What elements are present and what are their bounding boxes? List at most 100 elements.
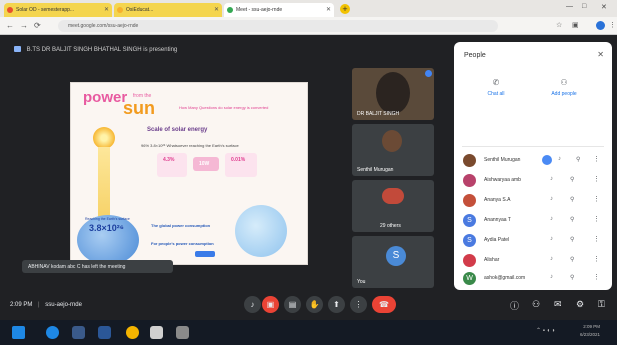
pct-left: 4.3% bbox=[163, 157, 175, 163]
back-icon[interactable]: ← bbox=[6, 21, 14, 30]
taskbar: ⌃ ▪ ◖ ◗ 2:09 PM 6/23/2021 bbox=[0, 320, 617, 345]
browser-menu-icon[interactable]: ⋮ bbox=[609, 21, 616, 29]
others-tile[interactable]: 29 others bbox=[352, 180, 434, 232]
extensions-icon[interactable]: ▣ bbox=[572, 21, 579, 29]
activities-icon[interactable]: ⚙ bbox=[576, 299, 584, 310]
forward-icon[interactable]: → bbox=[20, 21, 28, 30]
divider bbox=[462, 146, 604, 147]
participant-row[interactable]: Alishar ♪ ⚲ ⋮ bbox=[454, 252, 612, 270]
mic-icon[interactable]: ♪ bbox=[550, 274, 553, 280]
pin-icon[interactable]: ⚲ bbox=[570, 196, 574, 203]
browser-tab[interactable]: Solar OD - semesterapp... ✕ bbox=[4, 3, 112, 17]
mic-icon[interactable]: ♪ bbox=[558, 156, 561, 162]
sunbeam-shape bbox=[98, 147, 110, 217]
slide-title-sun: sun bbox=[123, 98, 156, 118]
mic-icon[interactable]: ♪ bbox=[550, 176, 553, 182]
taskbar-app-icon[interactable] bbox=[176, 326, 189, 339]
windows-start-icon[interactable] bbox=[12, 326, 25, 339]
add-people-button[interactable]: ⚇ Add people bbox=[534, 78, 594, 97]
pct-right: 0.01% bbox=[231, 157, 246, 163]
pin-icon[interactable]: ⚲ bbox=[576, 156, 580, 163]
more-options-icon[interactable]: ⋮ bbox=[593, 273, 600, 281]
mic-button[interactable]: ♪ bbox=[244, 296, 261, 313]
browser-tab[interactable]: OsiEducat... ✕ bbox=[114, 3, 222, 17]
meeting-clock: 2:09 PM | ssu-aejo-rnde bbox=[10, 302, 82, 308]
tray-icons[interactable]: ⌃ ▪ ◖ ◗ bbox=[536, 327, 555, 334]
more-options-button[interactable]: ⋮ bbox=[350, 296, 367, 313]
present-now-button[interactable]: ⬆ bbox=[328, 296, 345, 313]
maximize-icon[interactable]: □ bbox=[582, 3, 586, 10]
pin-icon[interactable]: ⚲ bbox=[570, 176, 574, 183]
pin-icon[interactable]: ⚲ bbox=[570, 274, 574, 281]
solar-value: 3.8×10²⁶ bbox=[89, 223, 124, 233]
people-power-label: For people's power consumption bbox=[151, 241, 214, 246]
more-options-icon[interactable]: ⋮ bbox=[593, 155, 600, 163]
participant-row[interactable]: S Aydia Patel ♪ ⚲ ⋮ bbox=[454, 232, 612, 250]
address-bar: ← → ⟳ meet.google.com/ssu-aejo-rnde ☆ ▣ … bbox=[0, 17, 617, 35]
close-tab-icon[interactable]: ✕ bbox=[214, 6, 219, 13]
tray-clock[interactable]: 2:09 PM 6/23/2021 bbox=[580, 323, 600, 339]
global-power-label: The global power consumption bbox=[151, 223, 211, 228]
close-panel-icon[interactable]: ✕ bbox=[597, 50, 604, 59]
close-tab-icon[interactable]: ✕ bbox=[326, 6, 331, 13]
camera-off-button[interactable]: ▣ bbox=[262, 296, 279, 313]
taskbar-app-icon[interactable] bbox=[72, 326, 85, 339]
taskbar-app-icon[interactable] bbox=[150, 326, 163, 339]
host-badge-icon bbox=[542, 155, 552, 165]
participant-row[interactable]: Ananya S.A ♪ ⚲ ⋮ bbox=[454, 192, 612, 210]
meeting-details-icon[interactable]: ⓘ bbox=[510, 299, 519, 312]
speaking-indicator-icon bbox=[425, 70, 432, 77]
slide-blue-button bbox=[195, 251, 215, 257]
chat-icon[interactable]: ✉ bbox=[554, 299, 562, 310]
more-options-icon[interactable]: ⋮ bbox=[593, 195, 600, 203]
participant-tile[interactable]: DR BALJIT SINGH bbox=[352, 68, 434, 120]
more-options-icon[interactable]: ⋮ bbox=[593, 175, 600, 183]
mic-icon[interactable]: ♪ bbox=[550, 236, 553, 242]
shared-presentation: power from the sun How Many Questions do… bbox=[70, 82, 308, 265]
bookmark-star-icon[interactable]: ☆ bbox=[556, 21, 562, 29]
lock-icon[interactable]: ⚿ bbox=[598, 299, 605, 310]
presenting-banner: B.TS DR BALJIT SINGH BHATHAL SINGH is pr… bbox=[14, 46, 177, 56]
meet-favicon-icon bbox=[227, 7, 233, 13]
more-options-icon[interactable]: ⋮ bbox=[593, 235, 600, 243]
leave-call-button[interactable]: ☎ bbox=[372, 296, 396, 313]
edge-browser-icon[interactable] bbox=[46, 326, 59, 339]
mic-icon[interactable]: ♪ bbox=[550, 196, 553, 202]
pin-icon[interactable]: ⚲ bbox=[570, 216, 574, 223]
add-person-icon: ⚇ bbox=[560, 78, 568, 87]
close-tab-icon[interactable]: ✕ bbox=[104, 6, 109, 13]
more-options-icon[interactable]: ⋮ bbox=[593, 255, 600, 263]
chat-all-button[interactable]: ✆ Chat all bbox=[466, 78, 526, 97]
minimize-icon[interactable]: — bbox=[566, 3, 573, 10]
participant-tile[interactable]: Senthil Murugan bbox=[352, 124, 434, 176]
people-icon[interactable]: ⚇ bbox=[532, 299, 540, 310]
reaching-label: Reaching the Earth's surface bbox=[85, 217, 130, 221]
present-icon bbox=[14, 46, 21, 52]
browser-tab-active[interactable]: Meet - ssu-aejo-rnde ✕ bbox=[224, 3, 334, 17]
raise-hand-button[interactable]: ✋ bbox=[306, 296, 323, 313]
participant-row[interactable]: Senthil Murugan ♪ ⚲ ⋮ bbox=[454, 152, 612, 170]
pin-icon[interactable]: ⚲ bbox=[570, 236, 574, 243]
reload-icon[interactable]: ⟳ bbox=[34, 21, 41, 30]
url-field[interactable]: meet.google.com/ssu-aejo-rnde bbox=[58, 20, 498, 32]
participant-row[interactable]: S Anannyaa T ♪ ⚲ ⋮ bbox=[454, 212, 612, 230]
pill-value: 10W bbox=[199, 161, 210, 167]
profile-avatar[interactable] bbox=[596, 21, 605, 30]
more-options-icon[interactable]: ⋮ bbox=[593, 215, 600, 223]
participant-row[interactable]: W ashok@gmail.com ♪ ⚲ ⋮ bbox=[454, 270, 612, 288]
mic-icon[interactable]: ♪ bbox=[550, 256, 553, 262]
meeting-code: ssu-aejo-rnde bbox=[45, 302, 82, 308]
captions-button[interactable]: ▤ bbox=[284, 296, 301, 313]
close-window-icon[interactable]: ✕ bbox=[601, 3, 607, 11]
mic-icon[interactable]: ♪ bbox=[550, 216, 553, 222]
self-tile[interactable]: S You bbox=[352, 236, 434, 288]
new-tab-button[interactable]: + bbox=[340, 4, 350, 14]
left-meeting-toast: ABHINAV kodam abc C has left the meeting bbox=[22, 260, 173, 273]
slide-subtitle: How Many Questions do solar energy is co… bbox=[179, 105, 269, 110]
chrome-icon[interactable] bbox=[126, 326, 139, 339]
panel-title: People bbox=[464, 52, 486, 59]
browser-tab-bar: Solar OD - semesterapp... ✕ OsiEducat...… bbox=[0, 0, 617, 17]
taskbar-app-icon[interactable] bbox=[98, 326, 111, 339]
participant-row[interactable]: Aishwaryaa amb ♪ ⚲ ⋮ bbox=[454, 172, 612, 190]
pin-icon[interactable]: ⚲ bbox=[570, 256, 574, 263]
